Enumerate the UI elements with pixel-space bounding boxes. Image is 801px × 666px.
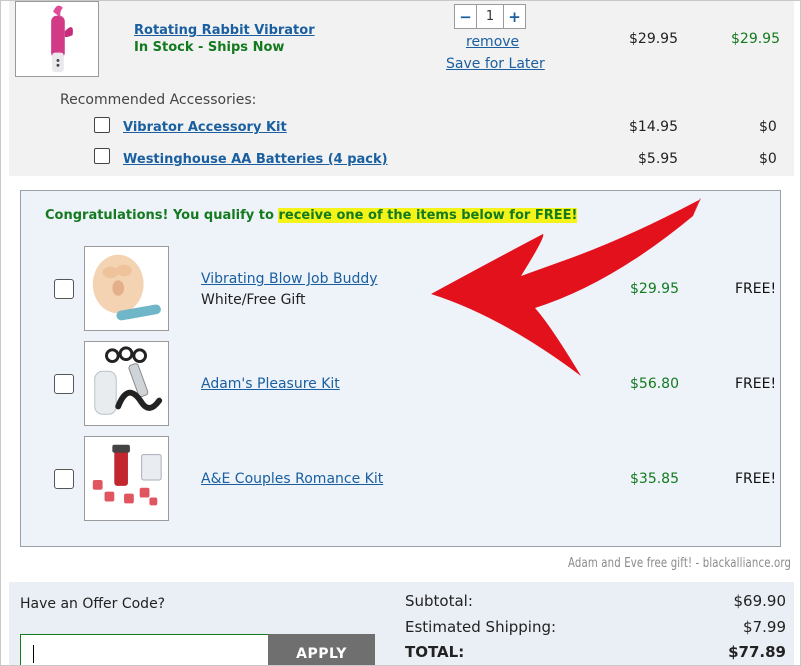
offer-code-label: Have an Offer Code? <box>20 596 166 612</box>
total-value: $77.89 <box>728 643 786 661</box>
order-summary-section: Have an Offer Code? APPLY Subtotal: $69.… <box>9 582 794 665</box>
gift-image[interactable] <box>84 246 169 331</box>
gift-free-label: FREE! <box>735 471 777 487</box>
subtotal-label: Subtotal: <box>405 592 473 610</box>
cart-page: Rotating Rabbit Vibrator In Stock - Ship… <box>0 0 801 666</box>
unit-price: $29.95 <box>629 31 678 47</box>
cart-item-image[interactable] <box>15 1 99 77</box>
remove-link[interactable]: remove <box>466 34 519 50</box>
qty-plus-button[interactable]: + <box>504 5 525 28</box>
stock-status: In Stock - Ships Now <box>134 40 285 55</box>
accessories-title: Recommended Accessories: <box>60 92 257 108</box>
gift-image[interactable] <box>84 341 169 426</box>
watermark: Adam and Eve free gift! - blackalliance.… <box>568 556 792 571</box>
congrats-message: Congratulations! You qualify to receive … <box>45 208 578 223</box>
accessory-price: $14.95 <box>629 119 678 135</box>
gift-image[interactable] <box>84 436 169 521</box>
congrats-highlight: receive one of the items below for FREE! <box>278 208 578 223</box>
gift-free-label: FREE! <box>735 376 777 392</box>
total-label: TOTAL: <box>405 643 465 661</box>
gift-subtitle: White/Free Gift <box>201 292 306 308</box>
accessory-name[interactable]: Westinghouse AA Batteries (4 pack) <box>123 152 388 167</box>
gift-checkbox[interactable] <box>54 374 74 394</box>
save-for-later-link[interactable]: Save for Later <box>446 56 545 72</box>
apply-button[interactable]: APPLY <box>268 634 375 665</box>
accessory-total: $0 <box>759 119 777 135</box>
qty-value[interactable]: 1 <box>476 5 504 28</box>
gift-free-label: FREE! <box>735 281 777 297</box>
gift-checkbox[interactable] <box>54 469 74 489</box>
offer-code-input[interactable] <box>20 634 269 665</box>
shipping-label: Estimated Shipping: <box>405 618 557 636</box>
accessory-price: $5.95 <box>638 151 679 167</box>
congrats-prefix: Congratulations! You qualify to <box>45 208 279 223</box>
accessory-checkbox[interactable] <box>94 148 110 164</box>
accessory-checkbox[interactable] <box>94 117 110 133</box>
gift-price: $56.80 <box>630 376 679 392</box>
gift-name-link[interactable]: Adam's Pleasure Kit <box>201 376 340 392</box>
gift-name-link[interactable]: A&E Couples Romance Kit <box>201 471 383 487</box>
cart-item-name[interactable]: Rotating Rabbit Vibrator <box>134 23 315 38</box>
accessory-name[interactable]: Vibrator Accessory Kit <box>123 120 287 135</box>
gift-price: $35.85 <box>630 471 679 487</box>
accessory-total: $0 <box>759 151 777 167</box>
gift-name-link[interactable]: Vibrating Blow Job Buddy <box>201 271 378 287</box>
quantity-stepper[interactable]: − 1 + <box>454 4 526 29</box>
qty-minus-button[interactable]: − <box>455 5 476 28</box>
gift-price: $29.95 <box>630 281 679 297</box>
subtotal-value: $69.90 <box>733 592 787 610</box>
line-total: $29.95 <box>731 31 780 47</box>
gift-checkbox[interactable] <box>54 279 74 299</box>
free-gift-panel: Congratulations! You qualify to receive … <box>20 190 781 547</box>
cart-item-section: Rotating Rabbit Vibrator In Stock - Ship… <box>9 1 794 176</box>
text-caret <box>33 645 34 663</box>
shipping-value: $7.99 <box>743 618 786 636</box>
